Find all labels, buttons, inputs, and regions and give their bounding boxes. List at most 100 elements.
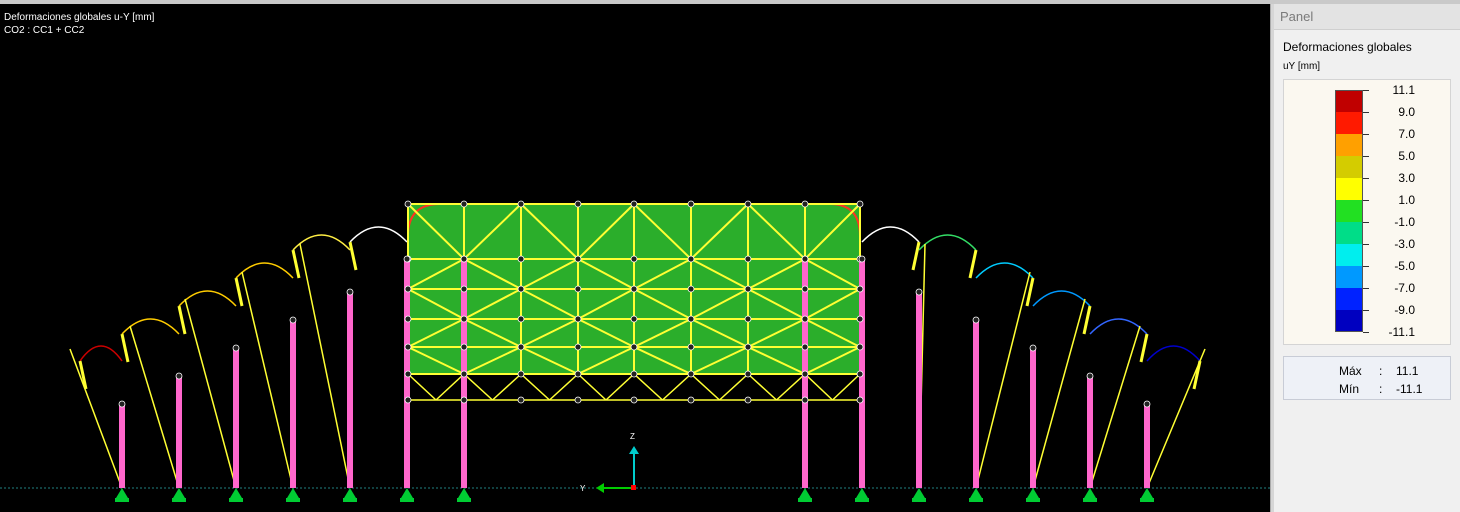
node: [744, 200, 752, 208]
legend-value: 3.0: [1398, 171, 1415, 185]
column: [176, 376, 182, 488]
support-base: [855, 498, 869, 502]
node: [687, 370, 695, 378]
node: [744, 285, 752, 293]
node: [630, 285, 638, 293]
node: [574, 343, 582, 351]
node: [801, 396, 809, 404]
support-base: [798, 498, 812, 502]
support-base: [172, 498, 186, 502]
brace: [184, 298, 237, 489]
column: [1087, 376, 1093, 488]
column: [1144, 404, 1150, 488]
panel-header[interactable]: Panel: [1274, 4, 1460, 30]
node: [460, 396, 468, 404]
arch: [79, 345, 123, 362]
column: [1030, 348, 1036, 488]
brace: [1089, 325, 1141, 489]
brace: [129, 325, 180, 489]
node: [744, 343, 752, 351]
deformed-member: [348, 241, 358, 271]
legend-tick: [1363, 112, 1369, 113]
brace: [1146, 348, 1206, 489]
node: [118, 400, 126, 408]
node: [744, 370, 752, 378]
node: [630, 315, 638, 323]
legend-value: 5.0: [1398, 149, 1415, 163]
legend-bar-border: [1335, 90, 1363, 332]
node: [404, 285, 412, 293]
brace: [241, 271, 294, 489]
lower-diagonal: [747, 373, 778, 401]
support-nodes: [115, 488, 1154, 502]
lower-diagonal: [605, 373, 635, 401]
deformed-member: [1082, 305, 1092, 335]
arch: [861, 226, 920, 243]
node: [232, 344, 240, 352]
support-base: [343, 498, 357, 502]
result-title: Deformaciones globales u-Y [mm]: [4, 12, 155, 23]
legend-tick: [1363, 134, 1369, 135]
legend-tick: [1363, 90, 1369, 91]
model-viewport[interactable]: Deformaciones globales u-Y [mm] CO2 : CC…: [0, 4, 1270, 512]
node: [630, 255, 638, 263]
node: [517, 315, 525, 323]
lower-diagonal: [548, 373, 579, 401]
node: [517, 255, 525, 263]
min-max-box: Máx : 11.1 Mín : -11.1: [1283, 356, 1451, 400]
support-base: [1026, 498, 1040, 502]
node: [574, 285, 582, 293]
legend-value: -9.0: [1394, 303, 1415, 317]
node: [460, 255, 468, 263]
deformation-model-drawing: [0, 200, 1270, 502]
node: [972, 316, 980, 324]
node: [801, 285, 809, 293]
legend-value: -5.0: [1394, 259, 1415, 273]
node: [630, 396, 638, 404]
support-icon: [1084, 488, 1096, 498]
support-icon: [401, 488, 413, 498]
node: [574, 255, 582, 263]
legend-tick: [1363, 222, 1369, 223]
coordinate-axes-icon: [596, 446, 639, 493]
support-icon: [116, 488, 128, 498]
panel-unit-label: uY [mm]: [1283, 61, 1321, 72]
node: [460, 285, 468, 293]
node: [687, 200, 695, 208]
support-icon: [913, 488, 925, 498]
node: [404, 343, 412, 351]
legend-value: -1.0: [1394, 215, 1415, 229]
support-icon: [1027, 488, 1039, 498]
legend-tick: [1363, 244, 1369, 245]
max-value: 11.1: [1396, 364, 1419, 378]
node: [460, 315, 468, 323]
arch: [975, 262, 1034, 279]
support-base: [115, 498, 129, 502]
column: [233, 348, 239, 488]
support-icon: [970, 488, 982, 498]
arch: [918, 234, 977, 251]
node: [517, 396, 525, 404]
node: [1143, 400, 1151, 408]
support-icon: [173, 488, 185, 498]
node: [687, 343, 695, 351]
support-base: [400, 498, 414, 502]
node: [630, 343, 638, 351]
support-base: [912, 498, 926, 502]
lower-diagonal: [690, 373, 721, 401]
lower-diagonal: [718, 373, 749, 401]
min-label: Mín: [1339, 382, 1360, 396]
max-separator: :: [1379, 364, 1383, 378]
deformed-member: [291, 249, 301, 279]
node: [801, 315, 809, 323]
support-icon: [344, 488, 356, 498]
brace: [69, 348, 123, 489]
node: [574, 370, 582, 378]
node: [744, 315, 752, 323]
column: [916, 292, 922, 488]
legend-value: 1.0: [1398, 193, 1415, 207]
load-combination-label: CO2 : CC1 + CC2: [4, 25, 85, 36]
legend-tick: [1363, 288, 1369, 289]
min-separator: :: [1379, 382, 1383, 396]
node: [856, 200, 864, 208]
